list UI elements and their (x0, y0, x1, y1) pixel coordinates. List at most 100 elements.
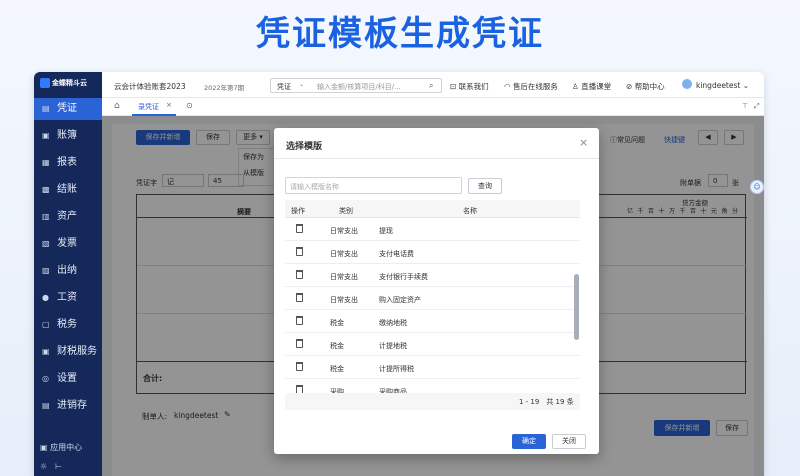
row-category: 税金 (330, 342, 344, 350)
sidebar-item-salary[interactable]: ● 工资 (34, 287, 102, 309)
delete-icon[interactable] (296, 362, 303, 371)
query-button[interactable]: 查询 (468, 178, 502, 194)
sidebar-item-label: 税务 (57, 319, 77, 330)
sidebar-item-invoice[interactable]: ▧ 发票 (34, 233, 102, 255)
template-row[interactable]: 税金 计提所得税 (285, 356, 580, 379)
sidebar-item-cashier[interactable]: ▨ 出纳 (34, 260, 102, 282)
template-name-search-input[interactable]: 请输入模版名称 (285, 177, 462, 194)
delete-icon[interactable] (296, 224, 303, 233)
header-name: 名称 (463, 207, 477, 215)
modal-close-icon[interactable]: × (579, 136, 588, 149)
live-class-link[interactable]: ♙ 直播课堂 (572, 81, 611, 92)
sidebar: 金蝶精斗云 ▤ 凭证 ▣ 账簿 ▦ 报表 ▩ 结账 ▥ 资产 ▧ 发票 ▨ 出纳 ● 工资 ▢ 税务 ▣ 财税服务 ◎ 设… (34, 72, 102, 476)
template-row[interactable]: 日常支出 支付电话费 (285, 241, 580, 264)
sidebar-item-label: 财税服务 (57, 346, 97, 357)
expand-icon[interactable]: ⤢ (754, 102, 760, 111)
template-row[interactable]: 日常支出 提现 (285, 218, 580, 241)
support-link[interactable]: ◠ 售后在线服务 (504, 81, 558, 92)
delete-icon[interactable] (296, 247, 303, 256)
user-menu[interactable]: kingdeetest ⌄ (696, 81, 749, 90)
person-icon: ♙ (572, 82, 579, 91)
cancel-button[interactable]: 关闭 (552, 434, 586, 449)
search-type-chevron-icon: ⌄ (299, 81, 305, 88)
row-category: 税金 (330, 365, 344, 373)
row-name: 支付银行手续费 (379, 273, 428, 281)
sidebar-item-book[interactable]: ▣ 账簿 (34, 125, 102, 147)
sidebar-item-label: 设置 (57, 373, 77, 384)
avatar[interactable] (682, 79, 692, 89)
template-table-header: 操作 类别 名称 (285, 200, 580, 218)
modal-title: 选择模版 (286, 142, 323, 152)
period-label: 2022年第7期 (204, 84, 245, 92)
account-name[interactable]: 云会计体验账套2023 (114, 81, 186, 92)
sidebar-item-close-period[interactable]: ▩ 结账 (34, 179, 102, 201)
row-category: 日常支出 (330, 250, 358, 258)
tab-bar: ⌂ 录凭证 × ⊙ ⊤ ⤢ (102, 98, 764, 116)
sidebar-item-label: 进销存 (57, 400, 87, 411)
template-row[interactable]: 税金 计提地税 (285, 333, 580, 356)
brand-name: 金蝶精斗云 (52, 79, 87, 87)
header-category: 类别 (339, 207, 353, 215)
user-chevron-icon: ⌄ (742, 81, 750, 90)
search-input[interactable]: 输入金额/核算项目/科目/... (317, 82, 401, 92)
cashier-icon: ▨ (42, 266, 50, 275)
page-headline: 凭证模板生成凭证 (256, 14, 544, 54)
brand-logo[interactable]: 金蝶精斗云 (40, 78, 87, 88)
delete-icon[interactable] (296, 270, 303, 279)
contact-label: 联系我们 (458, 82, 489, 91)
invoice-icon: ▧ (42, 239, 50, 248)
tab-record-voucher[interactable]: 录凭证 × (132, 98, 176, 116)
delete-icon[interactable] (296, 385, 303, 393)
pin-icon[interactable]: ⊤ (742, 102, 748, 110)
sidebar-item-asset[interactable]: ▥ 资产 (34, 206, 102, 228)
sidebar-item-label: 发票 (57, 238, 77, 249)
pagination-bar: 1 - 19 共 19 条 (285, 393, 580, 410)
top-bar: 云会计体验账套2023 2022年第7期 凭证 ⌄ 输入金额/核算项目/科目/.… (102, 72, 764, 98)
app-center-link[interactable]: ▣ 应用中心 (40, 442, 82, 453)
sidebar-item-settings[interactable]: ◎ 设置 (34, 368, 102, 390)
sidebar-item-tax[interactable]: ▢ 税务 (34, 314, 102, 336)
row-category: 日常支出 (330, 273, 358, 281)
delete-icon[interactable] (296, 316, 303, 325)
template-row[interactable]: 日常支出 支付银行手续费 (285, 264, 580, 287)
close-period-icon: ▩ (42, 185, 50, 194)
tab-close-icon[interactable]: × (166, 101, 172, 109)
contact-link[interactable]: ⊡ 联系我们 (450, 81, 489, 92)
delete-icon[interactable] (296, 339, 303, 348)
floating-assistant-icon[interactable]: ☺ (750, 180, 764, 194)
modal-title-divider (274, 158, 599, 159)
table-scrollbar-thumb[interactable] (574, 274, 579, 340)
service-icon: ▣ (42, 347, 50, 356)
template-search-placeholder: 请输入模版名称 (290, 183, 339, 191)
user-name: kingdeetest (696, 81, 741, 90)
template-row[interactable]: 采购 采购商品 (285, 379, 580, 393)
report-icon: ▦ (42, 158, 50, 167)
sidebar-item-report[interactable]: ▦ 报表 (34, 152, 102, 174)
search-type-select[interactable]: 凭证 (277, 82, 291, 92)
help-center-link[interactable]: ⊘ 帮助中心 (626, 81, 665, 92)
tab-more-icon[interactable]: ⊙ (186, 101, 193, 110)
sidebar-item-voucher[interactable]: ▤ 凭证 (34, 98, 102, 120)
sidebar-item-label: 凭证 (57, 103, 77, 114)
template-row[interactable]: 日常支出 购入固定资产 (285, 287, 580, 310)
voucher-icon: ▤ (42, 104, 50, 113)
home-icon[interactable]: ⌂ (114, 101, 120, 111)
row-name: 计提地税 (379, 342, 407, 350)
row-name: 计提所得税 (379, 365, 414, 373)
pagination-info: 1 - 19 共 19 条 (519, 398, 574, 406)
row-name: 提现 (379, 227, 393, 235)
sidebar-item-inventory[interactable]: ▤ 进销存 (34, 395, 102, 417)
asset-icon: ▥ (42, 212, 50, 221)
confirm-button[interactable]: 确定 (512, 434, 546, 449)
salary-icon: ● (42, 293, 49, 302)
global-search-box[interactable]: 凭证 ⌄ 输入金额/核算项目/科目/... ⌕ (270, 78, 442, 93)
help-label: 帮助中心 (634, 82, 665, 91)
sidebar-footer-icons[interactable]: ☼ ⊢ (40, 461, 62, 472)
sidebar-item-label: 结账 (57, 184, 77, 195)
search-icon[interactable]: ⌕ (429, 81, 433, 91)
template-row[interactable]: 税金 缴纳地税 (285, 310, 580, 333)
template-select-modal: 选择模版 × 请输入模版名称 查询 操作 类别 名称 日常支出 提现 日常支出 支付电… (274, 128, 599, 454)
sidebar-item-service[interactable]: ▣ 财税服务 (34, 341, 102, 363)
sidebar-item-label: 报表 (57, 157, 77, 168)
delete-icon[interactable] (296, 293, 303, 302)
